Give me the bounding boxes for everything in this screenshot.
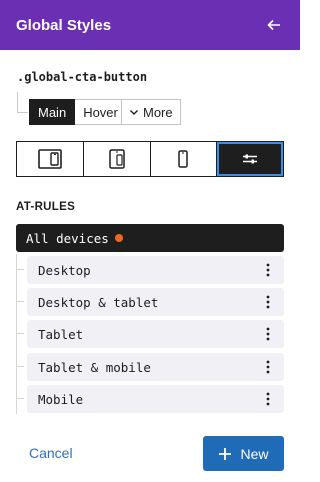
- kebab-menu-icon[interactable]: [262, 293, 274, 311]
- tab-mobile[interactable]: [150, 142, 218, 176]
- new-button[interactable]: New: [203, 436, 284, 471]
- more-states-button[interactable]: More: [121, 99, 181, 125]
- tree-tick: [16, 301, 24, 302]
- all-devices-item[interactable]: All devices: [16, 224, 284, 252]
- tab-custom-rules[interactable]: [217, 142, 283, 176]
- at-rule-label: Desktop: [38, 262, 91, 278]
- at-rule-item[interactable]: Desktop & tablet: [16, 288, 284, 316]
- state-hover-button[interactable]: Hover: [75, 99, 127, 125]
- plus-icon: [219, 447, 232, 460]
- mobile-icon: [178, 150, 189, 168]
- cancel-button[interactable]: Cancel: [29, 445, 73, 461]
- device-tabs: [16, 141, 284, 177]
- tablet-mobile-icon: [108, 149, 125, 169]
- at-rule-item[interactable]: Tablet & mobile: [16, 353, 284, 381]
- tab-tablet-mobile[interactable]: [83, 142, 151, 176]
- more-label: More: [143, 104, 173, 120]
- kebab-menu-icon[interactable]: [262, 261, 274, 279]
- rules-tree-line: [16, 254, 17, 414]
- at-rule-label: Mobile: [38, 391, 84, 407]
- chevron-down-icon: [130, 110, 138, 115]
- at-rule-label: Tablet: [38, 326, 84, 342]
- active-indicator-dot: [114, 234, 123, 242]
- kebab-menu-icon[interactable]: [262, 358, 274, 376]
- kebab-menu-icon[interactable]: [262, 325, 274, 343]
- panel-title: Global Styles: [16, 16, 112, 34]
- css-selector-label: .global-cta-button: [17, 70, 148, 84]
- state-main-button[interactable]: Main: [29, 99, 76, 125]
- at-rule-item[interactable]: Desktop: [16, 256, 284, 284]
- tree-tick: [16, 269, 24, 270]
- all-devices-label: All devices: [26, 230, 109, 246]
- at-rule-label: Tablet & mobile: [38, 359, 151, 375]
- arrow-left-icon: [267, 19, 280, 31]
- new-label: New: [240, 445, 269, 462]
- tree-tick: [16, 333, 24, 334]
- tab-desktop-tablet[interactable]: [17, 142, 84, 176]
- kebab-menu-icon[interactable]: [262, 390, 274, 408]
- state-toggle-group: Main Hover: [29, 99, 127, 125]
- back-button[interactable]: [262, 13, 286, 37]
- panel-header: Global Styles: [0, 0, 300, 50]
- at-rules-heading: AT-RULES: [16, 201, 76, 213]
- at-rule-item[interactable]: Tablet: [16, 320, 284, 348]
- desktop-tablet-icon: [38, 149, 62, 169]
- at-rule-item[interactable]: Mobile: [16, 385, 284, 413]
- tree-tick: [16, 398, 24, 399]
- at-rule-label: Desktop & tablet: [38, 294, 159, 310]
- tree-tick: [16, 366, 24, 367]
- sliders-icon: [243, 154, 258, 164]
- tree-connector: [17, 92, 28, 113]
